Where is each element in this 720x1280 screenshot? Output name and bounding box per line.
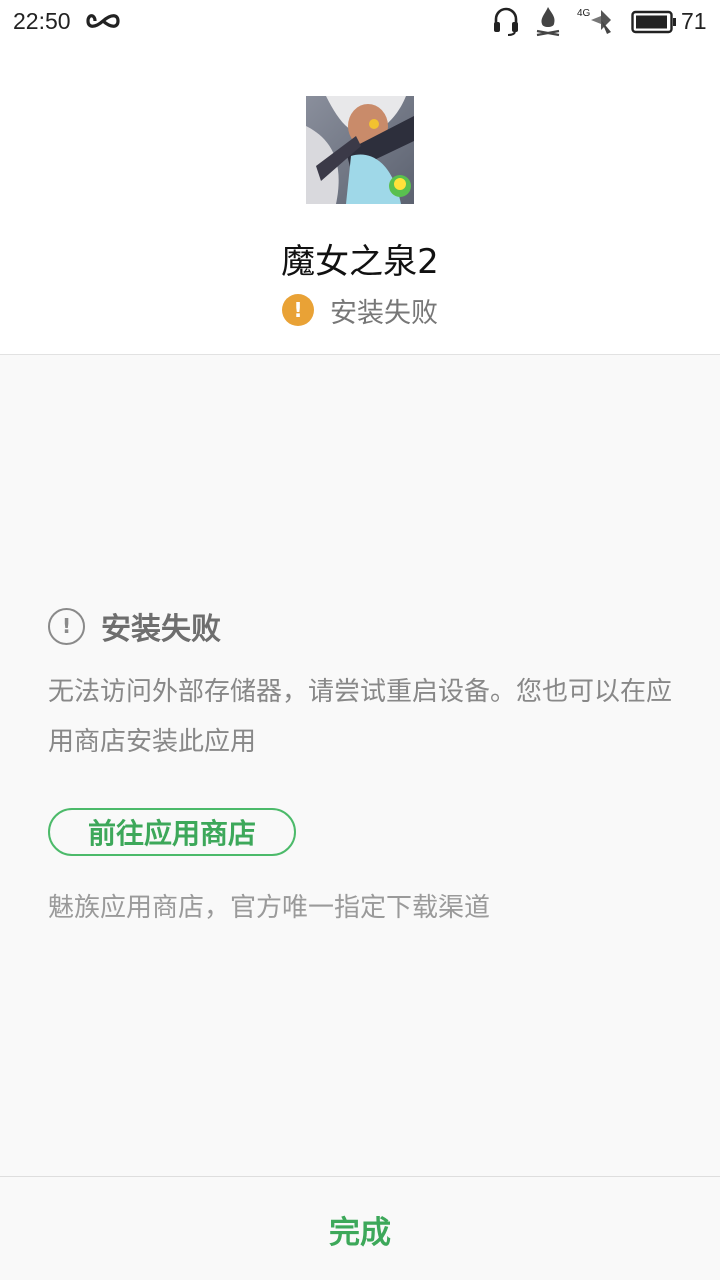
done-button[interactable]: 完成	[0, 1177, 720, 1280]
install-status: ! 安装失败	[0, 292, 720, 329]
battery-level: 71	[681, 8, 707, 34]
headset-icon	[492, 6, 520, 40]
flame-icon	[534, 5, 562, 41]
error-title: 安装失败	[101, 612, 221, 647]
install-status-text: 安装失败	[330, 297, 438, 329]
error-panel: ! 安装失败 无法访问外部存储器，请尝试重启设备。您也可以在应用商店安装此应用 …	[0, 355, 720, 1176]
app-store-note: 魅族应用商店，官方唯一指定下载渠道	[48, 893, 491, 923]
error-heading: ! 安装失败	[48, 607, 221, 647]
warning-icon: !	[282, 294, 314, 326]
status-bar: 22:50 4G 71	[0, 0, 720, 44]
status-time: 22:50	[13, 8, 71, 34]
app-header: 魔女之泉2 ! 安装失败	[0, 44, 720, 355]
app-icon	[306, 96, 414, 204]
infinity-icon	[86, 10, 120, 36]
svg-text:4G: 4G	[577, 8, 591, 19]
error-description: 无法访问外部存储器，请尝试重启设备。您也可以在应用商店安装此应用	[48, 677, 673, 757]
4g-signal-icon: 4G	[577, 6, 617, 40]
alert-outline-icon: !	[48, 607, 85, 645]
go-to-app-store-button[interactable]: 前往应用商店	[48, 808, 296, 856]
footer: 完成	[0, 1176, 720, 1280]
battery-icon	[631, 10, 677, 38]
app-name: 魔女之泉2	[281, 242, 439, 282]
